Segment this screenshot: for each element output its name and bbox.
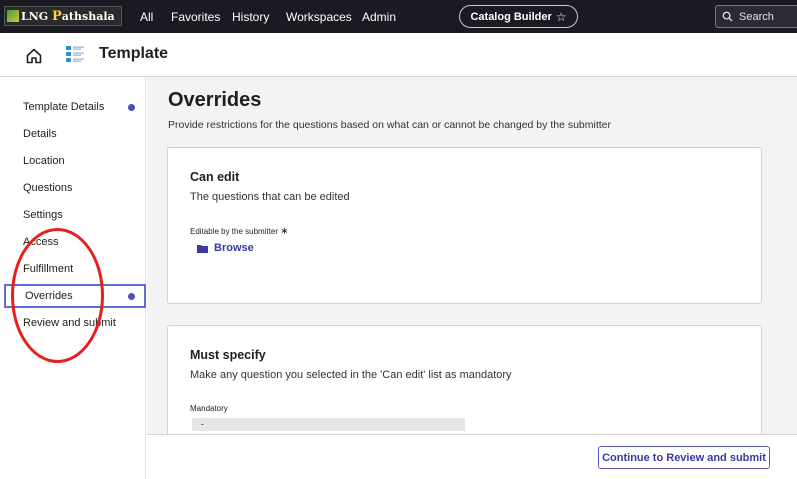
home-icon[interactable] [25,47,43,65]
sidebar-item-access[interactable]: Access [0,230,146,254]
section-description: Provide restrictions for the questions b… [168,119,612,131]
sidebar-item-label: Questions [23,182,73,194]
sidebar-item-label: Template Details [23,101,105,113]
must-specify-subtitle: Make any question you selected in the 'C… [190,369,512,381]
must-specify-title: Must specify [190,348,266,362]
page-title: Template [99,45,169,62]
editable-field-label: Editable by the submitter ∗ [190,226,289,237]
catalog-builder-label: Catalog Builder [470,10,552,23]
logo[interactable]: LNG Pathshala [4,6,122,26]
search-label: Search [739,10,774,23]
top-nav-bar: LNG Pathshala All Favorites History Work… [0,0,797,33]
status-dot-icon [128,103,135,111]
sidebar-item-review-and-submit[interactable]: Review and submit [0,311,146,335]
star-icon[interactable]: ☆ [556,10,567,24]
nav-favorites[interactable]: Favorites [171,0,220,33]
sidebar-item-label: Overrides [25,290,73,302]
nav-all[interactable]: All [140,0,153,33]
sidebar-item-overrides[interactable]: Overrides [4,284,146,308]
search-button[interactable]: Search [715,5,797,28]
can-edit-subtitle: The questions that can be edited [190,191,350,203]
browse-label: Browse [214,242,254,254]
can-edit-title: Can edit [190,170,240,184]
logo-mark-icon [7,10,19,22]
required-mark: ∗ [280,226,289,237]
sidebar-item-questions[interactable]: Questions [0,176,146,200]
sidebar-item-label: Fulfillment [23,263,74,275]
continue-button[interactable]: Continue to Review and submit [598,446,770,469]
nav-admin[interactable]: Admin [362,0,396,33]
logo-text: LNG Pathshala [21,8,115,24]
sidebar-item-settings[interactable]: Settings [0,203,146,227]
mandatory-field[interactable]: - [192,418,465,431]
search-icon [722,11,733,22]
sidebar-item-label: Settings [23,209,63,221]
sidebar-item-label: Access [23,236,59,248]
folder-icon [197,244,208,253]
browse-button[interactable]: Browse [197,242,254,254]
catalog-builder-pill[interactable]: Catalog Builder ☆ [459,5,578,28]
nav-history[interactable]: History [232,0,269,33]
sidebar-item-template-details[interactable]: Template Details [0,95,146,119]
mandatory-field-label: Mandatory [190,404,228,413]
sidebar-item-fulfillment[interactable]: Fulfillment [0,257,146,281]
template-list-icon [66,46,84,62]
sidebar-item-location[interactable]: Location [0,149,146,173]
sidebar-item-label: Location [23,155,65,167]
sidebar-item-details[interactable]: Details [0,122,146,146]
sidebar-item-label: Review and submit [23,317,116,329]
nav-workspaces[interactable]: Workspaces [286,0,352,33]
status-dot-icon [128,292,135,300]
sidebar-item-label: Details [23,128,57,140]
section-title: Overrides [168,89,262,111]
